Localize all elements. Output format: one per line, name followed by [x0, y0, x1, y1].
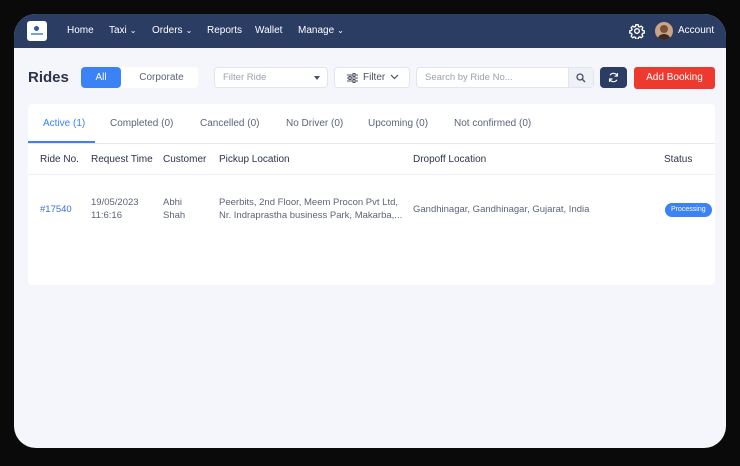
ride-type-toggle: All Corporate: [81, 67, 198, 88]
caret-down-icon: [314, 76, 320, 80]
page-title: Rides: [28, 69, 69, 86]
header-divider: [28, 174, 715, 175]
column-header-ride-no: Ride No.: [40, 154, 79, 165]
tab-no-driver[interactable]: No Driver (0): [286, 104, 343, 143]
nav-taxi[interactable]: Taxi ⌄: [109, 14, 137, 48]
app-screen: Home Taxi ⌄ Orders ⌄ Reports Wallet Manage…: [14, 14, 726, 448]
filter-label: Filter: [363, 72, 386, 83]
column-header-customer: Customer: [163, 154, 207, 165]
gear-icon[interactable]: [629, 23, 645, 39]
search-icon: [576, 73, 586, 83]
customer-first-name: Abhi: [163, 197, 183, 208]
nav-manage[interactable]: Manage ⌄: [298, 14, 344, 48]
chevron-down-icon: [390, 74, 399, 80]
chevron-down-icon: ⌄: [185, 26, 193, 35]
chevron-down-icon: ⌄: [129, 26, 137, 35]
top-navbar: Home Taxi ⌄ Orders ⌄ Reports Wallet Manage…: [14, 14, 726, 48]
chevron-down-icon: ⌄: [337, 26, 344, 35]
refresh-icon: [608, 72, 619, 83]
tab-upcoming[interactable]: Upcoming (0): [368, 104, 428, 143]
search-input[interactable]: [417, 68, 575, 87]
tab-not-confirmed[interactable]: Not confirmed (0): [454, 104, 531, 143]
sliders-icon: [347, 73, 358, 83]
rides-card: Active (1) Completed (0) Cancelled (0) N…: [28, 104, 715, 285]
nav-reports[interactable]: Reports: [207, 14, 242, 48]
dropoff-address: Gandhinagar, Gandhinagar, Gujarat, India: [413, 204, 590, 215]
nav-home[interactable]: Home: [67, 14, 94, 48]
toggle-all-button[interactable]: All: [81, 67, 121, 88]
nav-wallet[interactable]: Wallet: [255, 14, 282, 48]
request-date: 19/05/2023: [91, 197, 139, 208]
brand-logo[interactable]: [27, 21, 47, 41]
column-header-dropoff: Dropoff Location: [413, 154, 487, 165]
tab-cancelled[interactable]: Cancelled (0): [200, 104, 259, 143]
tab-active[interactable]: Active (1): [43, 104, 85, 143]
customer-last-name: Shah: [163, 210, 186, 221]
active-tab-indicator: [28, 141, 95, 143]
refresh-button[interactable]: [600, 67, 627, 88]
tab-completed[interactable]: Completed (0): [110, 104, 173, 143]
search-button[interactable]: [568, 68, 593, 87]
column-header-status: Status: [664, 154, 693, 165]
avatar[interactable]: [655, 22, 673, 40]
ride-status-tabs: Active (1) Completed (0) Cancelled (0) N…: [28, 104, 715, 144]
toggle-corporate-button[interactable]: Corporate: [125, 67, 198, 88]
filter-ride-placeholder: Filter Ride: [223, 72, 267, 83]
ride-search-box: [416, 67, 594, 88]
device-frame: Home Taxi ⌄ Orders ⌄ Reports Wallet Manage…: [0, 0, 740, 466]
nav-orders[interactable]: Orders ⌄: [152, 14, 192, 48]
column-header-request-time: Request Time: [91, 154, 153, 165]
filter-button[interactable]: Filter: [334, 67, 410, 88]
column-header-pickup: Pickup Location: [219, 154, 290, 165]
status-badge: Processing: [665, 203, 712, 217]
request-time: 11:6:16: [91, 210, 122, 221]
pickup-address-line1: Peerbits, 2nd Floor, Meem Procon Pvt Ltd…: [219, 197, 399, 208]
filter-ride-select[interactable]: Filter Ride: [214, 67, 328, 88]
ride-number-link[interactable]: #17540: [40, 203, 72, 216]
pickup-address-line2: Nr. Indraprastha business Park, Makarba,…: [219, 210, 403, 221]
account-menu[interactable]: Account: [678, 14, 714, 48]
add-booking-button[interactable]: Add Booking: [634, 67, 715, 89]
